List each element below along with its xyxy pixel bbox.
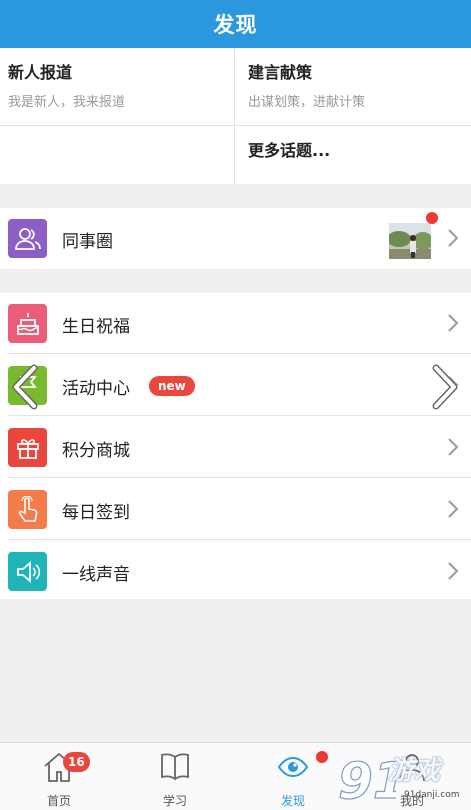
menu-item-daily-checkin[interactable]: 每日签到	[0, 479, 471, 540]
unread-dot	[426, 212, 438, 224]
next-arrow-icon[interactable]	[428, 364, 460, 410]
colleague-card: 同事圈	[0, 208, 471, 269]
tab-study[interactable]: 学习	[116, 743, 234, 810]
tab-home[interactable]: 16 首页	[0, 743, 118, 810]
divider	[8, 539, 471, 540]
cake-icon	[8, 304, 47, 343]
gift-icon	[8, 428, 47, 467]
unread-dot	[316, 751, 328, 763]
topic-more[interactable]: 更多话题...	[235, 126, 471, 184]
menu-item-label: 生日祝福	[62, 317, 130, 337]
topic-newcomer[interactable]: 新人报道 我是新人，我来报道	[0, 48, 234, 125]
menu-item-label: 一线声音	[62, 565, 130, 585]
topic-advice-title: 建言献策	[248, 63, 313, 82]
tab-label: 发现	[280, 794, 305, 808]
topic-more-title: 更多话题...	[248, 141, 331, 160]
book-icon	[161, 753, 189, 781]
site-watermark: 91 游戏 91danji.com	[336, 748, 471, 810]
menu-item-birthday[interactable]: 生日祝福	[0, 293, 471, 354]
colleague-circle-row[interactable]: 同事圈	[0, 208, 471, 269]
colleague-circle-label: 同事圈	[62, 232, 113, 252]
chevron-right-icon	[448, 314, 459, 332]
divider	[8, 477, 471, 478]
topic-newcomer-title: 新人报道	[8, 63, 73, 82]
eye-icon	[277, 756, 309, 778]
tab-label: 首页	[46, 794, 71, 808]
menu-item-activity-center[interactable]: 活动中心 new	[0, 355, 471, 416]
speaker-icon	[8, 552, 47, 591]
previous-arrow-icon[interactable]	[10, 364, 42, 410]
chevron-right-icon	[448, 229, 459, 247]
menu-item-label: 活动中心	[62, 379, 130, 399]
divider	[0, 125, 471, 126]
topic-newcomer-subtitle: 我是新人，我来报道	[8, 95, 126, 110]
divider	[234, 48, 235, 184]
menu-item-points-mall[interactable]: 积分商城	[0, 417, 471, 478]
watermark-logo: 91	[337, 751, 396, 810]
divider	[8, 415, 471, 416]
chevron-right-icon	[448, 438, 459, 456]
menu-item-frontline-voice[interactable]: 一线声音	[0, 541, 471, 602]
divider	[8, 353, 471, 354]
new-badge: new	[149, 376, 195, 396]
tap-hand-icon	[8, 490, 47, 529]
header-bar: 发现	[0, 0, 471, 48]
people-icon	[8, 219, 47, 258]
watermark-text: 游戏	[388, 756, 441, 786]
tab-discover[interactable]: 发现	[234, 743, 352, 810]
chevron-right-icon	[448, 562, 459, 580]
menu-item-label: 积分商城	[62, 441, 130, 461]
topic-advice-subtitle: 出谋划策，进献计策	[248, 95, 366, 110]
colleague-photo-thumbnail	[389, 223, 431, 259]
tab-label: 学习	[162, 794, 187, 808]
topic-grid: 新人报道 我是新人，我来报道 建言献策 出谋划策，进献计策 更多话题...	[0, 48, 471, 184]
page-title: 发现	[213, 13, 258, 37]
menu-item-label: 每日签到	[62, 503, 130, 523]
chevron-right-icon	[448, 500, 459, 518]
watermark-url: 91danji.com	[404, 790, 460, 800]
notification-count-badge: 16	[63, 752, 90, 772]
menu-card: 生日祝福 活动中心 new 积分商城 每日签到 一线声音	[0, 293, 471, 599]
topic-advice[interactable]: 建言献策 出谋划策，进献计策	[235, 48, 471, 125]
